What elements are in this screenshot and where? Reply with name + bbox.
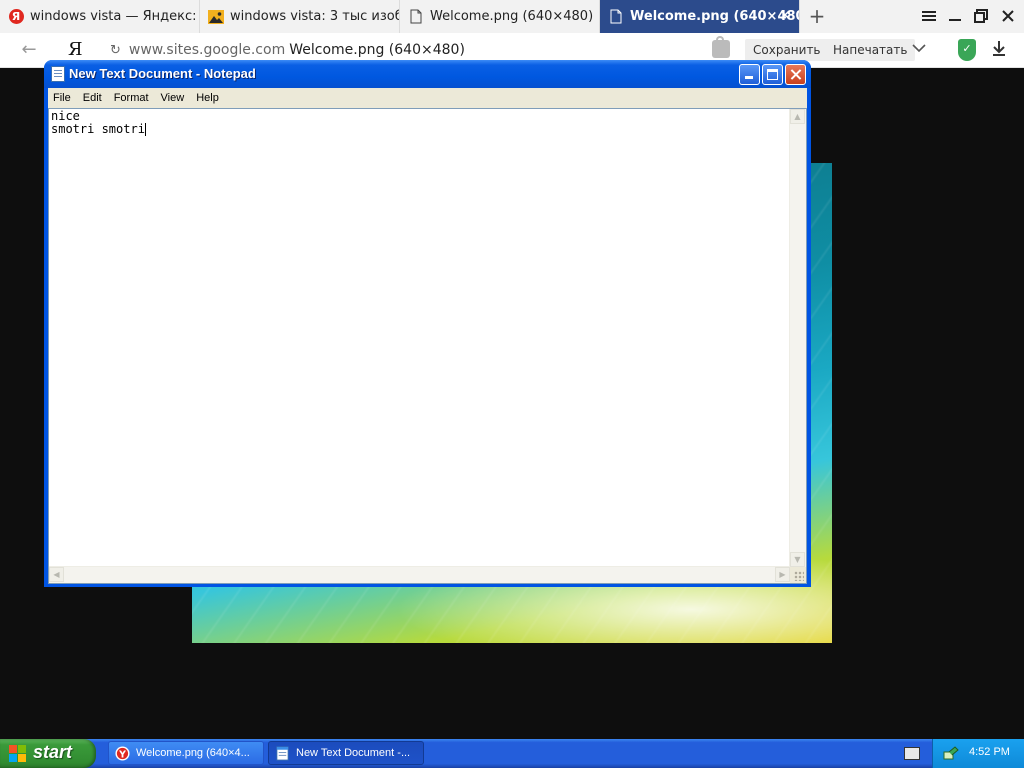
text-line: nice	[51, 109, 80, 123]
taskbar-button-label: Welcome.png (640×4...	[136, 747, 250, 759]
new-tab-button[interactable]: +	[806, 4, 828, 28]
minimize-icon[interactable]	[945, 6, 965, 26]
notepad-edit-area[interactable]: nice smotri smotri ▲ ▼ ◀ ▶	[48, 108, 807, 584]
save-button[interactable]: Сохранить	[745, 39, 829, 61]
window-title: New Text Document - Notepad	[69, 66, 256, 81]
tab-image-search[interactable]: windows vista: 3 тыс изобр	[200, 0, 400, 33]
close-button[interactable]	[785, 64, 806, 85]
taskbar-button-notepad[interactable]: New Text Document -...	[268, 741, 424, 765]
tab-title: windows vista — Яндекс: на	[30, 9, 199, 24]
menu-format[interactable]: Format	[109, 92, 154, 104]
lock-icon[interactable]	[712, 36, 730, 58]
start-button[interactable]: start	[0, 739, 96, 768]
horizontal-scrollbar[interactable]: ◀ ▶	[49, 566, 790, 583]
protect-shield-icon[interactable]: ✓	[958, 39, 976, 61]
menu-edit[interactable]: Edit	[78, 92, 107, 104]
system-tray: 4:52 PM	[932, 739, 1024, 768]
download-icon[interactable]	[990, 40, 1008, 60]
tab-title: windows vista: 3 тыс изобр	[230, 9, 399, 24]
scroll-down-arrow-icon[interactable]: ▼	[790, 552, 805, 567]
notepad-title-bar[interactable]: New Text Document - Notepad	[44, 60, 811, 88]
tab-welcome-png-active[interactable]: Welcome.png (640×480) ✕	[600, 0, 800, 33]
print-button[interactable]: Напечатать	[825, 39, 916, 61]
notepad-menu-bar: File Edit Format View Help	[48, 88, 807, 108]
reload-icon[interactable]: ↻	[110, 43, 121, 58]
scroll-right-arrow-icon[interactable]: ▶	[775, 567, 790, 582]
clock[interactable]: 4:52 PM	[969, 746, 1010, 758]
text-line: smotri smotri	[51, 122, 145, 136]
notepad-icon	[276, 745, 289, 761]
close-window-icon[interactable]	[998, 6, 1018, 26]
tab-title: Welcome.png (640×480)	[430, 9, 594, 24]
taskbar-button-label: New Text Document -...	[296, 747, 411, 759]
close-icon[interactable]: ✕	[779, 8, 791, 24]
minimize-button[interactable]	[739, 64, 760, 85]
tab-welcome-png[interactable]: Welcome.png (640×480)	[400, 0, 600, 33]
document-icon	[608, 9, 624, 25]
restore-icon[interactable]	[971, 6, 991, 26]
tab-title: Welcome.png (640×480)	[630, 9, 799, 24]
yandex-logo[interactable]: Я	[68, 39, 83, 60]
vertical-scrollbar[interactable]: ▲ ▼	[789, 109, 806, 567]
windows-logo-icon	[9, 745, 27, 763]
yandex-browser-icon: Y	[115, 745, 130, 761]
svg-text:Y: Y	[118, 749, 126, 760]
document-icon	[408, 9, 424, 25]
menu-view[interactable]: View	[156, 92, 190, 104]
resize-grip-icon[interactable]	[790, 567, 806, 583]
taskbar-button-browser[interactable]: Y Welcome.png (640×4...	[108, 741, 264, 765]
start-label: start	[33, 742, 73, 762]
menu-help[interactable]: Help	[191, 92, 224, 104]
url-host: www.sites.google.com	[128, 42, 286, 58]
browser-tab-strip: Я windows vista — Яндекс: на windows vis…	[0, 0, 1024, 33]
keyboard-icon[interactable]	[904, 747, 920, 760]
notepad-window: New Text Document - Notepad File Edit Fo…	[44, 60, 811, 587]
notepad-text[interactable]: nice smotri smotri	[51, 110, 787, 565]
menu-icon[interactable]	[919, 6, 939, 26]
notepad-icon	[51, 66, 65, 82]
chevron-down-icon[interactable]	[912, 41, 928, 57]
scroll-up-arrow-icon[interactable]: ▲	[790, 109, 805, 124]
tab-yandex-search[interactable]: Я windows vista — Яндекс: на	[0, 0, 200, 33]
network-icon[interactable]	[943, 746, 959, 760]
scroll-left-arrow-icon[interactable]: ◀	[49, 567, 64, 582]
text-caret	[144, 123, 146, 136]
image-icon	[208, 9, 224, 25]
back-arrow-icon[interactable]: ←	[18, 39, 40, 61]
menu-file[interactable]: File	[48, 92, 76, 104]
taskbar: start Y Welcome.png (640×4... New Text D…	[0, 739, 1024, 768]
maximize-button[interactable]	[762, 64, 783, 85]
url-path: Welcome.png (640×480)	[289, 42, 465, 58]
yandex-icon: Я	[8, 9, 24, 25]
